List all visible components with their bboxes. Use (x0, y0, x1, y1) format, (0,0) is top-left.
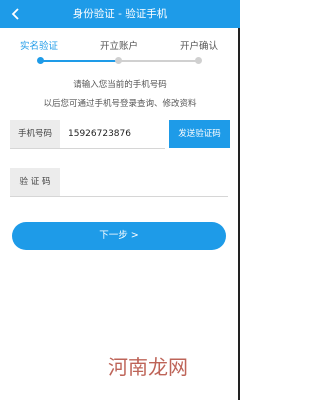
next-step-button[interactable]: 下一步 > (12, 222, 226, 250)
code-underline (10, 196, 228, 197)
phone-underline (10, 148, 165, 149)
step-realname-verify[interactable]: 实名验证 (20, 38, 58, 52)
progress-track-active (40, 60, 118, 62)
phone-input[interactable] (68, 120, 164, 148)
step-dot-2 (115, 57, 122, 64)
step-dot-3 (195, 57, 202, 64)
screen-edge (238, 28, 240, 400)
code-label: 验 证 码 (10, 168, 60, 196)
phone-label: 手机号码 (10, 120, 60, 148)
code-input[interactable] (62, 168, 228, 196)
send-code-button[interactable]: 发送验证码 (169, 120, 230, 148)
intro-line-2: 以后您可通过手机号登录查询、修改资料 (43, 99, 197, 109)
step-open-account[interactable]: 开立账户 (100, 38, 138, 52)
back-button[interactable] (6, 4, 26, 24)
intro-line-1: 请输入您当前的手机号码 (73, 80, 167, 90)
page-title: 身份验证 - 验证手机 (72, 8, 168, 20)
progress-track-pending (118, 60, 198, 62)
chevron-left-icon (11, 8, 19, 20)
step-confirm-account[interactable]: 开户确认 (180, 38, 218, 52)
step-progress: 实名验证 开立账户 开户确认 (0, 28, 240, 74)
title-bar: 身份验证 - 验证手机 (0, 0, 240, 28)
watermark-text: 河南龙网 (108, 355, 188, 379)
step-dot-1 (37, 57, 44, 64)
